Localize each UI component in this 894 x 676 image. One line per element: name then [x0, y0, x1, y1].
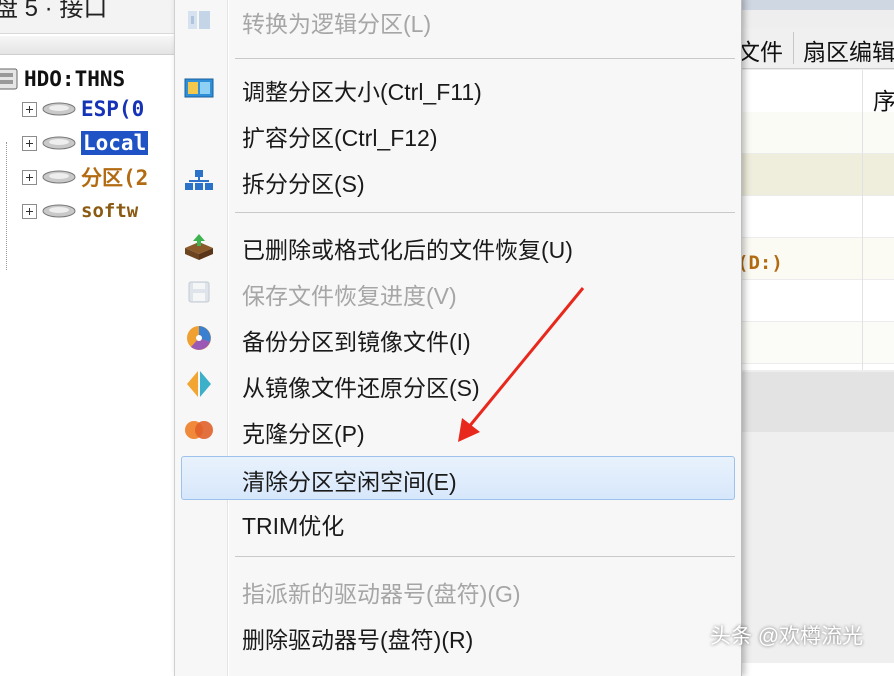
save-progress-icon [183, 278, 215, 306]
expand-icon[interactable] [22, 135, 37, 151]
menu-item-label: 拆分分区(S) [242, 171, 365, 197]
menu-item-assign-drive-letter[interactable]: 指派新的驱动器号(盘符)(G) [175, 568, 741, 612]
tree-root-disk[interactable]: HDO:THNS [0, 64, 125, 94]
blank-icon-slot [183, 120, 215, 148]
window-title-bar: 盘 5 · 接口 [0, 0, 180, 34]
menu-item-label: 转换为逻辑分区(L) [242, 11, 432, 37]
menu-item-label: 扩容分区(Ctrl_F12) [242, 125, 438, 151]
menu-item-clone-partition[interactable]: 克隆分区(P) [175, 408, 741, 452]
lower-panel [735, 372, 894, 432]
menu-item-label: TRIM优化 [242, 513, 345, 539]
menu-item-remove-drive-letter[interactable]: 删除驱动器号(盘符)(R) [175, 614, 741, 658]
list-row[interactable] [735, 322, 894, 364]
restore-image-icon [183, 370, 215, 398]
menu-item-label: 指派新的驱动器号(盘符)(G) [242, 581, 521, 607]
tree-node-esp[interactable]: ESP(0 [22, 94, 144, 124]
expand-icon[interactable] [22, 203, 37, 219]
expand-icon[interactable] [22, 169, 37, 185]
hard-disk-icon [0, 68, 18, 90]
tree-root-label: HDO:THNS [24, 67, 126, 91]
tree-node-label-partition2: 分区(2 [81, 166, 149, 190]
file-recovery-icon [183, 232, 215, 260]
menu-item-backup-image[interactable]: 备份分区到镜像文件(I) [175, 316, 741, 360]
tab-sector-editor[interactable]: 扇区编辑 [803, 33, 894, 67]
menu-item-wipe-free-space[interactable]: 清除分区空闲空间(E) [181, 456, 735, 500]
expand-icon[interactable] [22, 101, 37, 117]
menu-item-save-progress[interactable]: 保存文件恢复进度(V) [175, 270, 741, 314]
menu-item-split-partition[interactable]: 拆分分区(S) [175, 158, 741, 202]
column-header-index[interactable]: 序 [873, 82, 894, 116]
menu-item-restore-image[interactable]: 从镜像文件还原分区(S) [175, 362, 741, 406]
clone-partition-icon [183, 416, 215, 444]
menu-item-label: 清除分区空闲空间(E) [242, 469, 457, 495]
tree-node-partition2[interactable]: 分区(2 [22, 162, 148, 192]
menu-item-label: 已删除或格式化后的文件恢复(U) [242, 237, 573, 263]
column-divider [862, 70, 863, 370]
menu-item-trim-optimize[interactable]: TRIM优化 [175, 500, 741, 544]
tab-files[interactable]: 文件 [737, 33, 783, 67]
backup-image-icon [183, 324, 215, 352]
partition-icon [42, 204, 76, 218]
window-title-fragment: 盘 5 · 接口 [0, 0, 108, 22]
menu-item-label: 调整分区大小(Ctrl_F11) [242, 79, 482, 105]
menu-item-label: 克隆分区(P) [242, 421, 365, 447]
tree-node-label-esp: ESP(0 [81, 97, 145, 121]
right-detail-pane: 文件 扇区编辑 序 (D:) [735, 0, 894, 663]
partition-icon [42, 102, 76, 116]
menu-separator [235, 556, 735, 557]
list-row[interactable] [735, 280, 894, 322]
list-row[interactable] [735, 154, 894, 196]
partition-icon [42, 170, 76, 184]
menu-item-label: 备份分区到镜像文件(I) [242, 329, 471, 355]
tree-node-label-local: Local [81, 131, 149, 155]
watermark-text: 头条 @欢樽流光 [710, 625, 864, 648]
menu-item-label: 保存文件恢复进度(V) [242, 283, 457, 309]
tree-toolbar [0, 36, 180, 55]
menu-item-convert-logical[interactable]: 转换为逻辑分区(L) [175, 0, 741, 42]
menu-item-file-recovery[interactable]: 已删除或格式化后的文件恢复(U) [175, 224, 741, 268]
drive-letter-cell: (D:) [737, 252, 783, 274]
file-list-grid [735, 70, 894, 370]
convert-logical-icon [183, 6, 215, 34]
right-pane-tabs: 文件 扇区编辑 [735, 28, 894, 69]
tree-node-local[interactable]: Local [22, 128, 149, 158]
menu-separator [235, 58, 735, 59]
list-row[interactable] [735, 196, 894, 238]
tree-connector-line [6, 142, 8, 270]
disk-tree-panel: HDO:THNS ESP(0 Local 分区(2 softw [0, 56, 180, 663]
menu-item-resize-partition[interactable]: 调整分区大小(Ctrl_F11) [175, 66, 741, 110]
menu-separator [235, 212, 735, 213]
tree-node-label-software: softw [81, 200, 139, 222]
partition-context-menu: 转换为逻辑分区(L) 调整分区大小(Ctrl_F11) 扩容分区(Ctrl_F1… [174, 0, 742, 676]
list-row[interactable] [735, 112, 894, 154]
split-partition-icon [183, 166, 215, 194]
menu-item-label: 从镜像文件还原分区(S) [242, 375, 480, 401]
right-pane-title-strip [735, 0, 894, 10]
resize-partition-icon [183, 74, 215, 102]
tab-divider [793, 32, 794, 64]
tree-node-software[interactable]: softw [22, 196, 138, 226]
menu-item-label: 删除驱动器号(盘符)(R) [242, 627, 474, 653]
menu-item-expand-partition[interactable]: 扩容分区(Ctrl_F12) [175, 112, 741, 156]
partition-icon [42, 136, 76, 150]
